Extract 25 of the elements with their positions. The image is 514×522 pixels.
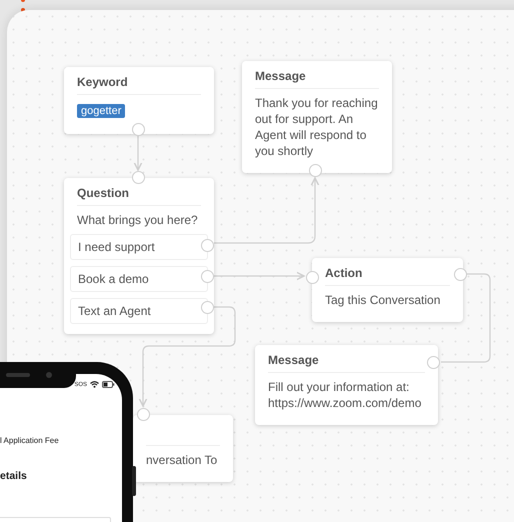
action-text: Tag this Conversation — [325, 292, 442, 308]
keyword-tag: gogetter — [77, 104, 126, 118]
connector-arrow — [134, 136, 142, 171]
flow-node-card[interactable]: Keyword gogetter — [64, 67, 214, 134]
fee-text: l Application Fee — [0, 436, 59, 445]
flow-node-card[interactable]: Question What brings you here? I need support Book a demo Text an Agent — [64, 178, 214, 334]
flow-node-card[interactable]: Message Fill out your information at: https://www.zoom.com/demo — [255, 345, 438, 425]
action-text: nversation To — [146, 452, 218, 468]
section-heading: etails — [0, 470, 27, 482]
flow-node-card[interactable]: Action Tag this Conversation — [312, 258, 463, 322]
wifi-icon — [90, 381, 99, 388]
node-title: Message — [255, 69, 379, 89]
node-title: Keyword — [77, 75, 201, 95]
node-title: Question — [77, 186, 201, 206]
answer-option[interactable]: Text an Agent — [70, 298, 208, 324]
node-title: Message — [268, 353, 425, 373]
battery-icon — [102, 381, 115, 388]
message-text: Thank you for reaching out for support. An Agent will respond to you shortly — [255, 95, 379, 159]
question-text: What brings you here? — [77, 212, 199, 228]
answer-option[interactable]: I need support — [70, 234, 208, 260]
flow-node-card[interactable]: Message Thank you for reaching out for support. An Agent will respond to you shortly — [242, 61, 392, 173]
node-title: Action — [325, 266, 450, 286]
message-text: Fill out your information at: https://www.zoom.com/demo — [268, 379, 422, 411]
answer-option[interactable]: Book a demo — [70, 266, 208, 292]
flow-node-card[interactable]: nversation To — [133, 415, 233, 482]
